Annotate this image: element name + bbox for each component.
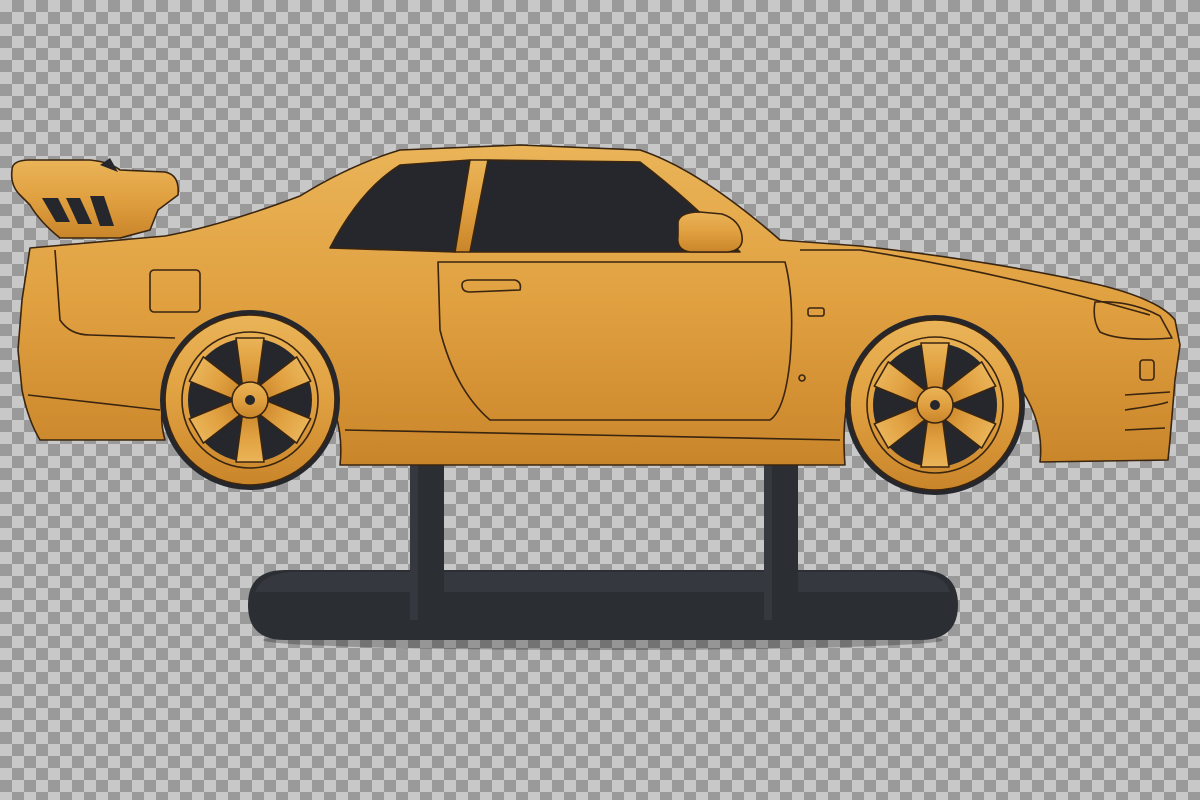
stand-left-post-edge <box>410 462 418 620</box>
rear-hub-center <box>245 395 255 405</box>
stand-right-post-edge <box>764 462 772 620</box>
transparency-checkerboard-background <box>0 0 1200 800</box>
display-stand <box>248 462 958 650</box>
front-wheel <box>845 315 1025 495</box>
stand-base-top <box>255 572 950 592</box>
product-photo <box>10 144 1181 650</box>
front-hub-center <box>930 400 940 410</box>
rear-wheel <box>160 310 340 490</box>
